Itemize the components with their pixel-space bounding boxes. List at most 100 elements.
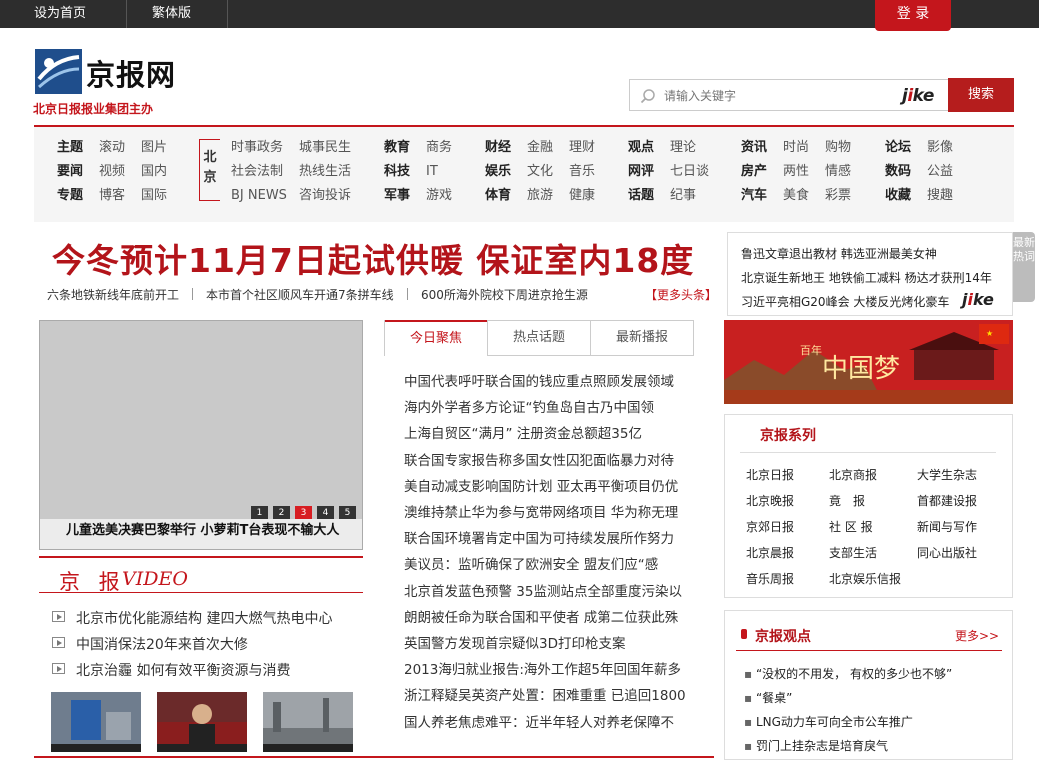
series-link[interactable]: 同心出版社 bbox=[917, 544, 977, 561]
opinion-more-link[interactable]: 更多>> bbox=[955, 627, 999, 644]
login-button[interactable]: 登 录 bbox=[875, 0, 951, 31]
news-item[interactable]: 海内外学者多方论证“钓鱼岛自古乃中国领 bbox=[404, 396, 694, 416]
nav-link[interactable]: 论坛 bbox=[885, 140, 911, 156]
series-link[interactable]: 支部生活 bbox=[829, 544, 877, 561]
nav-link[interactable]: 理财 bbox=[569, 140, 595, 156]
news-item[interactable]: 美议员：监听确保了欧洲安全 盟友们应“感 bbox=[404, 553, 694, 573]
nav-link[interactable]: BJ NEWS bbox=[231, 188, 287, 204]
set-home-link[interactable]: 设为首页 bbox=[34, 0, 86, 28]
nav-link[interactable]: 时事政务 bbox=[231, 140, 283, 156]
tab-latest-news[interactable]: 最新播报 bbox=[591, 321, 693, 355]
nav-link[interactable]: 咨询投诉 bbox=[299, 188, 351, 204]
search-button[interactable]: 搜索 bbox=[948, 78, 1014, 112]
news-item[interactable]: 上海自贸区“满月” 注册资金总额超35亿 bbox=[404, 422, 694, 442]
series-link[interactable]: 北京晨报 bbox=[746, 544, 794, 561]
nav-link[interactable]: IT bbox=[426, 164, 438, 180]
latest-hotwords-tab[interactable]: 最新热词 bbox=[1013, 232, 1035, 302]
slide-page-button[interactable]: 2 bbox=[273, 506, 290, 520]
nav-link[interactable]: 两性 bbox=[783, 164, 809, 180]
series-link[interactable]: 首都建设报 bbox=[917, 492, 977, 509]
slide-page-button[interactable]: 4 bbox=[317, 506, 334, 520]
nav-link[interactable]: 主题 bbox=[57, 140, 83, 156]
slide-page-button-active[interactable]: 3 bbox=[295, 506, 312, 520]
news-item[interactable]: 2013海归就业报告:海外工作超5年回国年薪多 bbox=[404, 658, 694, 678]
series-link[interactable]: 京郊日报 bbox=[746, 518, 794, 535]
news-item[interactable]: 朗朗被任命为联合国和平使者 成第二位获此殊 bbox=[404, 606, 694, 626]
series-link[interactable]: 北京晚报 bbox=[746, 492, 794, 509]
nav-link[interactable]: 军事 bbox=[384, 188, 410, 204]
nav-link[interactable]: 网评 bbox=[628, 164, 654, 180]
nav-link[interactable]: 汽车 bbox=[741, 188, 767, 204]
opinion-item[interactable]: ▪ “餐桌” bbox=[744, 689, 792, 706]
nav-link[interactable]: 商务 bbox=[426, 140, 452, 156]
logo-icon[interactable] bbox=[35, 49, 82, 94]
nav-link[interactable]: 音乐 bbox=[569, 164, 595, 180]
news-item[interactable]: 联合国环境署肯定中国为可持续发展所作努力 bbox=[404, 527, 694, 547]
news-item[interactable]: 北京首发蓝色预警 35监测站点全部重度污染以 bbox=[404, 580, 694, 600]
nav-link[interactable]: 健康 bbox=[569, 188, 595, 204]
subhead-link[interactable]: 六条地铁新线年底前开工 bbox=[47, 286, 179, 303]
nav-link[interactable]: 购物 bbox=[825, 140, 851, 156]
news-item[interactable]: 中国代表呼吁联合国的钱应重点照顾发展领域 bbox=[404, 370, 694, 390]
series-link[interactable]: 音乐周报 bbox=[746, 570, 794, 587]
nav-link[interactable]: 搜趣 bbox=[927, 188, 953, 204]
nav-link[interactable]: 博客 bbox=[99, 188, 125, 204]
headline-title[interactable]: 今冬预计11月7日起试供暖 保证室内18度 bbox=[52, 234, 694, 282]
nav-link[interactable]: 科技 bbox=[384, 164, 410, 180]
video-thumbnail[interactable] bbox=[51, 692, 141, 752]
news-item[interactable]: 国人养老焦虑难平：近半年轻人对养老保障不 bbox=[404, 711, 694, 731]
nav-link[interactable]: 金融 bbox=[527, 140, 553, 156]
hot-word-item[interactable]: 鲁迅文章退出教材 韩选亚洲最美女神 bbox=[741, 245, 937, 262]
nav-link[interactable]: 话题 bbox=[628, 188, 654, 204]
series-link[interactable]: 大学生杂志 bbox=[917, 466, 977, 483]
opinion-item[interactable]: ▪ LNG动力车可向全市公车推广 bbox=[744, 713, 913, 730]
nav-link[interactable]: 国内 bbox=[141, 164, 167, 180]
nav-link[interactable]: 旅游 bbox=[527, 188, 553, 204]
opinion-item[interactable]: ▪ 罚门上挂杂志是培育戾气 bbox=[744, 737, 888, 754]
site-logo-text[interactable]: 京报网 bbox=[86, 52, 176, 94]
nav-link[interactable]: 公益 bbox=[927, 164, 953, 180]
nav-link[interactable]: 情感 bbox=[825, 164, 851, 180]
nav-link[interactable]: 影像 bbox=[927, 140, 953, 156]
video-thumbnail[interactable] bbox=[263, 692, 353, 752]
tab-today-focus[interactable]: 今日聚焦 bbox=[385, 320, 487, 356]
series-link[interactable]: 北京日报 bbox=[746, 466, 794, 483]
nav-link[interactable]: 热线生活 bbox=[299, 164, 351, 180]
nav-link[interactable]: 纪事 bbox=[670, 188, 696, 204]
nav-link[interactable]: 专题 bbox=[57, 188, 83, 204]
nav-link[interactable]: 社会法制 bbox=[231, 164, 283, 180]
nav-link[interactable]: 财经 bbox=[485, 140, 511, 156]
nav-link[interactable]: 国际 bbox=[141, 188, 167, 204]
nav-link[interactable]: 图片 bbox=[141, 140, 167, 156]
news-item[interactable]: 英国警方发现首宗疑似3D打印枪支案 bbox=[404, 632, 694, 652]
nav-link[interactable]: 理论 bbox=[670, 140, 696, 156]
more-headlines-link[interactable]: 【更多头条】 bbox=[645, 286, 717, 303]
nav-link[interactable]: 游戏 bbox=[426, 188, 452, 204]
nav-link[interactable]: 美食 bbox=[783, 188, 809, 204]
nav-link[interactable]: 收藏 bbox=[885, 188, 911, 204]
nav-link[interactable]: 文化 bbox=[527, 164, 553, 180]
nav-link[interactable]: 要闻 bbox=[57, 164, 83, 180]
subhead-link[interactable]: 本市首个社区顺风车开通7条拼车线 bbox=[206, 286, 394, 303]
subhead-link[interactable]: 600所海外院校下周进京抢生源 bbox=[421, 286, 588, 303]
hot-word-item[interactable]: 北京诞生新地王 地铁偷工减料 杨达才获刑14年 bbox=[741, 269, 992, 286]
slide-page-button[interactable]: 1 bbox=[251, 506, 268, 520]
nav-link[interactable]: 观点 bbox=[628, 140, 654, 156]
opinion-item[interactable]: ▪ “没权的不用发， 有权的多少也不够” bbox=[744, 665, 952, 682]
news-item[interactable]: 联合国专家报告称多国女性囚犯面临暴力对待 bbox=[404, 449, 694, 469]
news-item[interactable]: 美自动减支影响国防计划 亚太再平衡项目仍优 bbox=[404, 475, 694, 495]
nav-link[interactable]: 视频 bbox=[99, 164, 125, 180]
nav-link[interactable]: 资讯 bbox=[741, 140, 767, 156]
news-item[interactable]: 澳维持禁止华为参与宽带网络项目 华为称无理 bbox=[404, 501, 694, 521]
nav-link[interactable]: 娱乐 bbox=[485, 164, 511, 180]
slide-caption[interactable]: 儿童选美决赛巴黎举行 小萝莉T台表现不输大人 bbox=[66, 519, 339, 538]
nav-link[interactable]: 滚动 bbox=[99, 140, 125, 156]
news-item[interactable]: 浙江释疑吴英资产处置：困难重重 已追回1800 bbox=[404, 684, 694, 704]
china-dream-banner[interactable]: ★ 百年 中国梦 bbox=[724, 320, 1013, 404]
tab-hot-topics[interactable]: 热点话题 bbox=[488, 321, 590, 355]
nav-link[interactable]: 七日谈 bbox=[670, 164, 709, 180]
nav-link[interactable]: 体育 bbox=[485, 188, 511, 204]
nav-link[interactable]: 时尚 bbox=[783, 140, 809, 156]
nav-link[interactable]: 彩票 bbox=[825, 188, 851, 204]
nav-link[interactable]: 数码 bbox=[885, 164, 911, 180]
